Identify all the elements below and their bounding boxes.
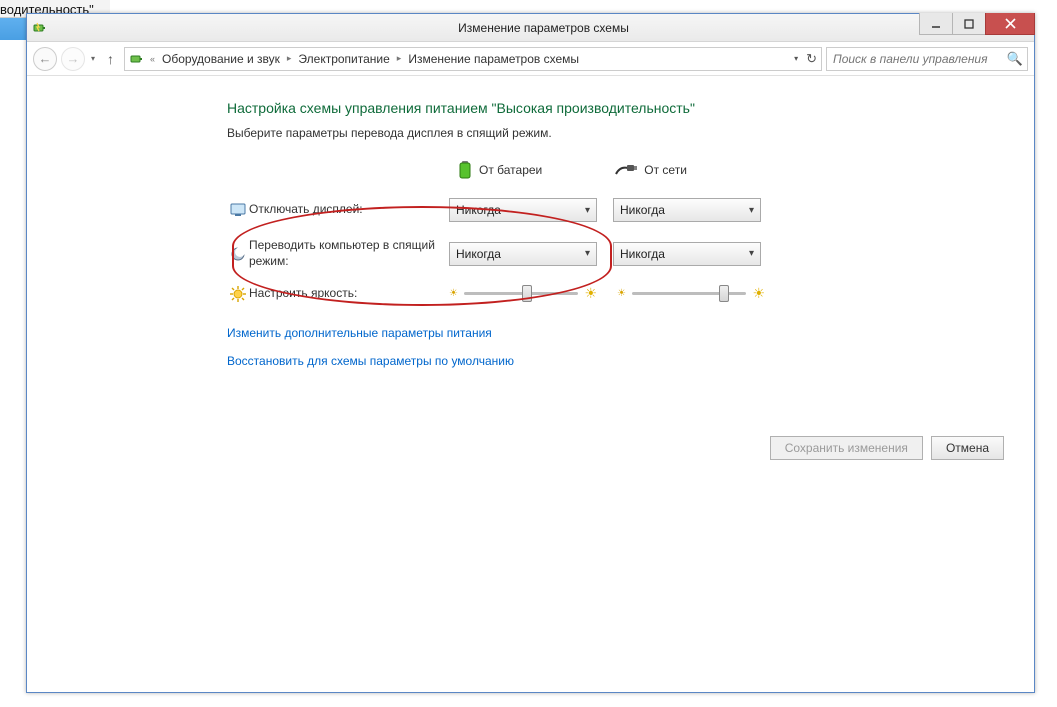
sun-dim-icon: ☀ bbox=[617, 288, 626, 299]
breadcrumb-item[interactable]: Электропитание bbox=[296, 52, 391, 66]
background-window-titlebar-fragment bbox=[0, 18, 28, 40]
page-subtext: Выберите параметры перевода дисплея в сп… bbox=[227, 126, 1004, 140]
refresh-button[interactable]: ↻ bbox=[806, 51, 817, 67]
breadcrumb-dropdown[interactable]: ▾ bbox=[794, 54, 798, 63]
ac-plug-icon bbox=[614, 162, 638, 178]
ac-column-label: От сети bbox=[644, 163, 687, 177]
display-off-battery-dropdown[interactable]: Никогда bbox=[449, 198, 597, 222]
breadcrumb-item[interactable]: Оборудование и звук bbox=[160, 52, 282, 66]
titlebar: Изменение параметров схемы bbox=[27, 14, 1034, 42]
display-icon bbox=[227, 202, 249, 218]
setting-row-sleep: Переводить компьютер в спящий режим: Ник… bbox=[227, 238, 1004, 269]
breadcrumb-item[interactable]: Изменение параметров схемы bbox=[406, 52, 581, 66]
search-icon[interactable]: 🔍 bbox=[1007, 51, 1023, 67]
navigation-bar: ← → ▾ ↑ « Оборудование и звук ▸ Электроп… bbox=[27, 42, 1034, 76]
sun-icon bbox=[227, 286, 249, 302]
history-dropdown[interactable]: ▾ bbox=[89, 54, 97, 63]
close-button[interactable] bbox=[985, 13, 1035, 35]
display-off-ac-dropdown[interactable]: Никогда bbox=[613, 198, 761, 222]
breadcrumb[interactable]: « Оборудование и звук ▸ Электропитание ▸… bbox=[124, 47, 822, 71]
display-off-label: Отключать дисплей: bbox=[249, 202, 449, 218]
ac-column-header: От сети bbox=[614, 162, 687, 178]
chevron-right-icon: ▸ bbox=[394, 53, 405, 64]
breadcrumb-prefix: « bbox=[147, 54, 158, 64]
chevron-right-icon: ▸ bbox=[284, 53, 295, 64]
moon-icon bbox=[227, 246, 249, 262]
minimize-button[interactable] bbox=[919, 13, 953, 35]
power-options-icon bbox=[27, 20, 53, 36]
maximize-button[interactable] bbox=[952, 13, 986, 35]
sleep-battery-dropdown[interactable]: Никогда bbox=[449, 242, 597, 266]
up-button[interactable]: ↑ bbox=[101, 51, 120, 67]
brightness-battery-slider[interactable]: ☀ ☀ bbox=[449, 285, 597, 302]
content-area: Настройка схемы управления питанием "Выс… bbox=[27, 76, 1034, 692]
page-heading: Настройка схемы управления питанием "Выс… bbox=[227, 100, 1004, 116]
battery-column-label: От батареи bbox=[479, 163, 542, 177]
forward-button[interactable]: → bbox=[61, 47, 85, 71]
column-headers: От батареи От сети bbox=[457, 160, 1004, 180]
slider-thumb[interactable] bbox=[719, 285, 729, 302]
main-window: Изменение параметров схемы ← → ▾ ↑ « Обо… bbox=[26, 13, 1035, 693]
battery-icon bbox=[457, 160, 473, 180]
sleep-label: Переводить компьютер в спящий режим: bbox=[249, 238, 449, 269]
sun-bright-icon: ☀ bbox=[584, 285, 597, 302]
search-box[interactable]: 🔍 bbox=[826, 47, 1028, 71]
setting-row-brightness: Настроить яркость: ☀ ☀ ☀ ☀ bbox=[227, 285, 1004, 302]
slider-track[interactable] bbox=[632, 292, 746, 295]
advanced-settings-link[interactable]: Изменить дополнительные параметры питани… bbox=[227, 326, 1004, 340]
search-input[interactable] bbox=[831, 51, 1007, 67]
save-button[interactable]: Сохранить изменения bbox=[770, 436, 923, 460]
back-button[interactable]: ← bbox=[33, 47, 57, 71]
power-options-icon bbox=[129, 51, 145, 67]
sun-bright-icon: ☀ bbox=[752, 285, 765, 302]
sleep-ac-dropdown[interactable]: Никогда bbox=[613, 242, 761, 266]
dialog-buttons: Сохранить изменения Отмена bbox=[770, 436, 1004, 460]
slider-track[interactable] bbox=[464, 292, 578, 295]
brightness-ac-slider[interactable]: ☀ ☀ bbox=[617, 285, 765, 302]
slider-thumb[interactable] bbox=[522, 285, 532, 302]
sun-dim-icon: ☀ bbox=[449, 288, 458, 299]
battery-column-header: От батареи bbox=[457, 160, 542, 180]
brightness-label: Настроить яркость: bbox=[249, 286, 449, 302]
restore-defaults-link[interactable]: Восстановить для схемы параметры по умол… bbox=[227, 354, 1004, 368]
cancel-button[interactable]: Отмена bbox=[931, 436, 1004, 460]
window-title: Изменение параметров схемы bbox=[53, 21, 1034, 35]
setting-row-display-off: Отключать дисплей: Никогда Никогда bbox=[227, 198, 1004, 222]
